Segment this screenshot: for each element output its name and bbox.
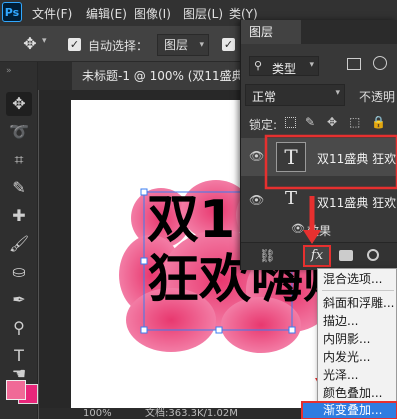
menu-item-blending-options[interactable]: 混合选项... <box>323 271 397 287</box>
move-tool-icon[interactable]: ✥ <box>6 92 32 116</box>
effects-label: 效果 <box>307 224 332 238</box>
menu-edit[interactable]: 编辑(E) <box>86 5 127 22</box>
layer-name: 双11盛典 狂欢嗨购 <box>317 152 397 166</box>
layers-tab[interactable]: 图层 <box>241 20 301 44</box>
zoom-level[interactable]: 100% <box>83 408 112 419</box>
menu-item-inner-glow[interactable]: 内发光... <box>323 349 397 365</box>
lock-artboard-icon[interactable]: ⬚ <box>349 115 360 129</box>
chevron-down-icon[interactable]: ▾ <box>42 36 47 46</box>
clone-stamp-icon[interactable]: ⛀ <box>6 260 32 284</box>
layer-effects-row[interactable]: 👁 效果 <box>241 220 397 238</box>
chevron-down-icon: ▾ <box>199 40 204 50</box>
transform-handle <box>140 326 148 334</box>
visibility-eye-icon[interactable]: 👁 <box>249 150 265 162</box>
chevron-down-icon: ▾ <box>335 88 340 98</box>
lock-all-icon[interactable]: 🔒 <box>371 115 386 129</box>
layer-row-selected[interactable]: 👁 T 双11盛典 狂欢嗨购 <box>241 138 397 176</box>
text-layer-thumbnail: T <box>276 142 306 172</box>
image-filter-icon[interactable] <box>347 58 361 70</box>
menu-item-stroke[interactable]: 描边... <box>323 313 397 329</box>
fx-button[interactable]: fx <box>303 245 331 267</box>
document-info: 文档:363.3K/1.02M <box>145 408 238 419</box>
menu-item-satin[interactable]: 光泽... <box>323 367 397 383</box>
menu-image[interactable]: 图像(I) <box>134 5 171 22</box>
menu-item-inner-shadow[interactable]: 内阴影... <box>323 331 397 347</box>
move-tool-icon[interactable]: ✥ <box>20 34 40 54</box>
layers-bottom-bar: ⛓ fx <box>241 242 397 270</box>
auto-select-checkbox[interactable]: ✓ <box>68 38 81 51</box>
crop-tool-icon[interactable]: ⌗ <box>6 148 32 172</box>
foreground-color-swatch[interactable] <box>6 380 26 400</box>
menu-file[interactable]: 文件(F) <box>32 5 72 22</box>
tools-panel: » ✥ ➰ ⌗ ✎ ✚ 🖌 ⛀ ✒ ⚲ T ☚ <box>0 62 38 419</box>
layer-name: 双11盛典 狂欢嗨购 <box>317 196 397 210</box>
panel-grip-icon: » <box>6 66 12 76</box>
brush-tool-icon[interactable]: 🖌 <box>6 232 32 256</box>
blend-mode-value: 正常 <box>252 90 277 104</box>
adjustment-layer-icon[interactable] <box>367 249 379 261</box>
blend-mode-dropdown[interactable]: 正常 ▾ <box>245 84 345 106</box>
menu-divider <box>322 290 394 291</box>
layer-filter-value: 类型 <box>272 62 297 76</box>
fx-context-menu: 混合选项... 斜面和浮雕... 描边... 内阴影... 内发光... 光泽.… <box>301 268 397 419</box>
lock-position-icon[interactable]: ✥ <box>327 115 337 129</box>
menu-layer[interactable]: 图层(L) <box>183 5 223 22</box>
lock-label: 锁定: <box>249 118 278 132</box>
photoshop-window: Ps 文件(F) 编辑(E) 图像(I) 图层(L) 类(Y) ✥ ▾ ✓ 自动… <box>0 0 397 419</box>
layer-row[interactable]: 👁 T 双11盛典 狂欢嗨购 <box>241 182 397 220</box>
lock-pixels-icon[interactable]: ✎ <box>305 115 315 129</box>
adjustment-filter-icon[interactable] <box>373 56 387 70</box>
menu-item-bevel-emboss[interactable]: 斜面和浮雕... <box>323 295 397 311</box>
pen-tool-icon[interactable]: ✒ <box>6 288 32 312</box>
transform-handle <box>215 326 223 334</box>
visibility-eye-icon[interactable]: 👁 <box>249 194 265 206</box>
search-icon: ⚲ <box>254 59 263 72</box>
add-mask-icon[interactable] <box>339 250 353 261</box>
document-tab[interactable]: 未标题-1 @ 100% (双11盛典 狂欢嗨购, RGB/8) <box>72 62 252 90</box>
lock-transparency-icon[interactable] <box>285 117 296 128</box>
layers-panel: 图层 ⚲ 类型 ▾ 正常 ▾ 不透明 锁定: ✎ ✥ ⬚ 🔒 👁 T 双11盛典… <box>240 20 397 270</box>
zoom-tool-icon[interactable]: ⚲ <box>6 316 32 340</box>
auto-select-label: 自动选择： <box>88 39 149 53</box>
eyedropper-tool-icon[interactable]: ✎ <box>6 176 32 200</box>
auto-select-value: 图层 <box>164 38 189 52</box>
layer-filter-dropdown[interactable]: ⚲ 类型 ▾ <box>249 56 319 76</box>
healing-brush-icon[interactable]: ✚ <box>6 204 32 228</box>
menu-item-color-overlay[interactable]: 颜色叠加... <box>323 385 397 401</box>
chevron-down-icon: ▾ <box>309 60 314 70</box>
auto-select-dropdown[interactable]: 图层 ▾ <box>157 34 209 56</box>
link-layers-icon[interactable]: ⛓ <box>259 249 276 264</box>
opacity-label: 不透明 <box>359 90 396 104</box>
transform-handle <box>288 326 296 334</box>
text-layer-icon: T <box>285 188 298 209</box>
visibility-eye-icon[interactable]: 👁 <box>291 222 305 235</box>
lasso-tool-icon[interactable]: ➰ <box>6 120 32 144</box>
ps-logo: Ps <box>2 2 22 22</box>
show-transform-checkbox[interactable]: ✓ <box>222 38 235 51</box>
menu-item-gradient-overlay[interactable]: 渐变叠加... <box>301 401 397 419</box>
